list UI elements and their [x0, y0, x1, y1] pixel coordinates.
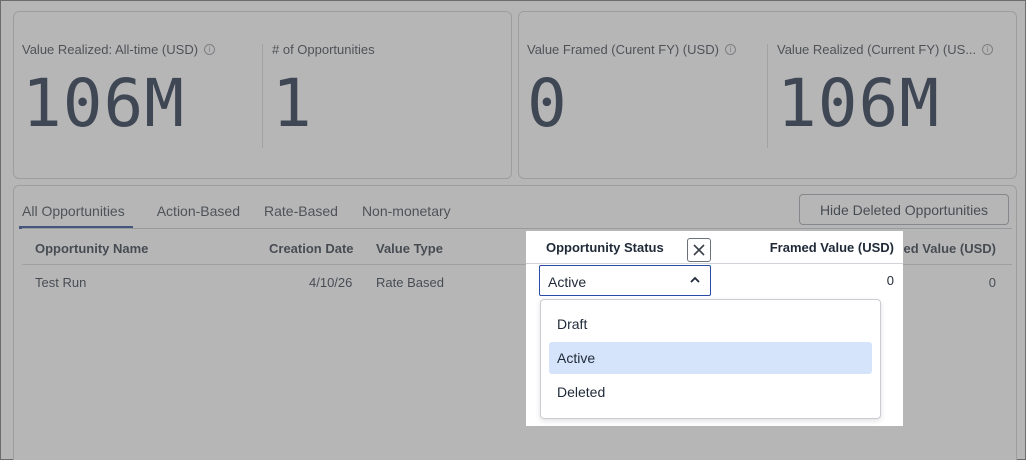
- close-icon: [693, 244, 705, 256]
- kpi-divider: [767, 44, 768, 148]
- tab-action-based[interactable]: Action-Based: [157, 186, 240, 229]
- kpi-value: 106M: [777, 65, 940, 142]
- column-header-opportunity-status: Opportunity Status: [546, 240, 664, 255]
- column-header-framed-value-popover: Framed Value (USD): [769, 240, 894, 255]
- tabs-divider: [22, 228, 1012, 229]
- status-select-value: Active: [548, 274, 587, 290]
- kpi-value: 106M: [22, 65, 185, 142]
- status-editor-popover: Opportunity Status Framed Value (USD) Ac…: [526, 231, 903, 426]
- cell-creation-date: 4/10/26: [309, 275, 353, 290]
- header-divider: [526, 263, 903, 264]
- cell-framed-value-popover: 0: [886, 273, 894, 288]
- status-select[interactable]: Active: [539, 265, 711, 296]
- kpi-value-realized-current-fy: Value Realized (Current FY) (US... i 106…: [777, 42, 994, 142]
- cell-opportunity-name[interactable]: Test Run: [35, 275, 86, 290]
- status-options-menu: Draft Active Deleted: [540, 299, 881, 419]
- hide-deleted-button[interactable]: Hide Deleted Opportunities: [799, 194, 1009, 225]
- kpi-divider: [262, 44, 263, 148]
- tab-non-monetary[interactable]: Non-monetary: [362, 186, 451, 229]
- kpi-card-left: Value Realized: All-time (USD) i 106M # …: [13, 11, 512, 179]
- opportunity-tabs: All Opportunities Action-Based Rate-Base…: [19, 186, 475, 229]
- kpi-value: 1: [272, 65, 313, 142]
- cell-framed-value: 0: [988, 275, 996, 290]
- kpi-label: Value Realized: All-time (USD): [22, 42, 199, 57]
- info-icon[interactable]: i: [204, 44, 216, 55]
- info-icon[interactable]: i: [982, 44, 994, 55]
- cell-value-type: Rate Based: [376, 275, 444, 290]
- close-button[interactable]: [687, 238, 711, 262]
- column-header-creation-date[interactable]: Creation Date: [269, 241, 354, 256]
- kpi-value: 0: [527, 65, 568, 142]
- kpi-value-framed-current-fy: Value Framed (Curent FY) (USD) i 0: [527, 42, 736, 142]
- status-option-active[interactable]: Active: [549, 342, 872, 374]
- column-header-name[interactable]: Opportunity Name: [35, 241, 148, 256]
- kpi-value-realized-all-time: Value Realized: All-time (USD) i 106M: [22, 42, 216, 142]
- info-icon[interactable]: i: [724, 44, 736, 55]
- kpi-label: # of Opportunities: [272, 42, 375, 57]
- tab-rate-based[interactable]: Rate-Based: [264, 186, 338, 229]
- column-header-value-type[interactable]: Value Type: [376, 241, 443, 256]
- kpi-opportunity-count: # of Opportunities 1: [272, 42, 375, 142]
- status-option-deleted[interactable]: Deleted: [549, 376, 872, 408]
- chevron-up-icon: [690, 276, 700, 283]
- kpi-label: Value Framed (Curent FY) (USD): [527, 42, 719, 57]
- status-option-draft[interactable]: Draft: [549, 308, 872, 340]
- tab-all-opportunities[interactable]: All Opportunities: [19, 186, 133, 229]
- kpi-card-right: Value Framed (Curent FY) (USD) i 0 Value…: [518, 11, 1017, 179]
- kpi-label: Value Realized (Current FY) (US...: [777, 42, 977, 57]
